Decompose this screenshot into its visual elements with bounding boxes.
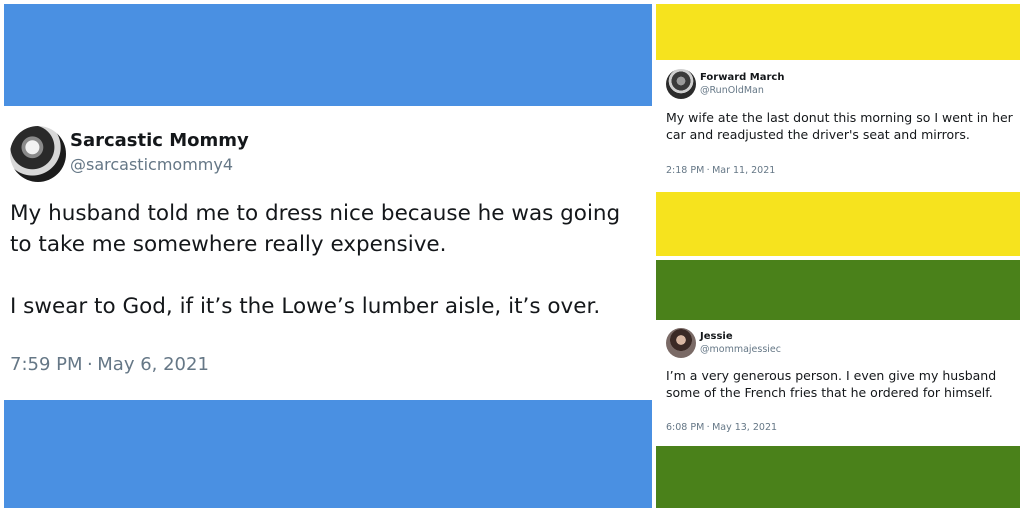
avatar[interactable] xyxy=(666,328,696,358)
tweet-author-handle[interactable]: @sarcasticmommy4 xyxy=(70,155,233,174)
tweet-paragraph: My husband told me to dress nice because… xyxy=(10,201,621,257)
tweet-paragraph: I’m a very generous person. I even give … xyxy=(666,368,997,400)
tweet-text: My wife ate the last donut this morning … xyxy=(666,110,1016,143)
tweet-author-handle[interactable]: @mommajessiec xyxy=(700,344,781,355)
tweet-date: May 6, 2021 xyxy=(97,354,209,375)
tweet-author-name[interactable]: Forward March xyxy=(700,72,784,83)
tweet-time: 6:08 PM xyxy=(666,422,705,433)
tweet-time: 2:18 PM xyxy=(666,165,705,176)
tweet-time: 7:59 PM xyxy=(10,354,83,375)
separator-dot: · xyxy=(706,422,710,433)
green-band-top xyxy=(656,260,1020,320)
blue-band-bottom xyxy=(4,400,652,508)
avatar[interactable] xyxy=(10,126,66,182)
tweet-author-handle[interactable]: @RunOldMan xyxy=(700,85,764,96)
tweet-paragraph: My wife ate the last donut this morning … xyxy=(666,110,1013,142)
blue-band-top xyxy=(4,4,652,106)
tweet-card-jessie: Jessie @mommajessiec I’m a very generous… xyxy=(656,320,1020,446)
separator-dot: · xyxy=(87,354,93,375)
tweet-paragraph: I swear to God, if it’s the Lowe’s lumbe… xyxy=(10,294,601,319)
yellow-band-bottom xyxy=(656,192,1020,256)
tweet-card-forward-march: Forward March @RunOldMan My wife ate the… xyxy=(656,60,1020,192)
tweet-date: May 13, 2021 xyxy=(712,422,778,433)
tweet-timestamp[interactable]: 6:08 PM · May 13, 2021 xyxy=(666,422,777,433)
tweet-text: My husband told me to dress nice because… xyxy=(10,198,646,322)
avatar[interactable] xyxy=(666,69,696,99)
tweet-date: Mar 11, 2021 xyxy=(712,165,776,176)
tweet-author-name[interactable]: Sarcastic Mommy xyxy=(70,130,249,151)
tweet-timestamp[interactable]: 7:59 PM · May 6, 2021 xyxy=(10,354,209,375)
yellow-band-top xyxy=(656,4,1020,60)
tweet-author-name[interactable]: Jessie xyxy=(700,331,733,342)
green-band-bottom xyxy=(656,446,1020,508)
tweet-timestamp[interactable]: 2:18 PM · Mar 11, 2021 xyxy=(666,165,775,176)
tweet-card-sarcastic-mommy: Sarcastic Mommy @sarcasticmommy4 My husb… xyxy=(4,106,652,398)
tweet-text: I’m a very generous person. I even give … xyxy=(666,368,1016,401)
separator-dot: · xyxy=(706,165,710,176)
